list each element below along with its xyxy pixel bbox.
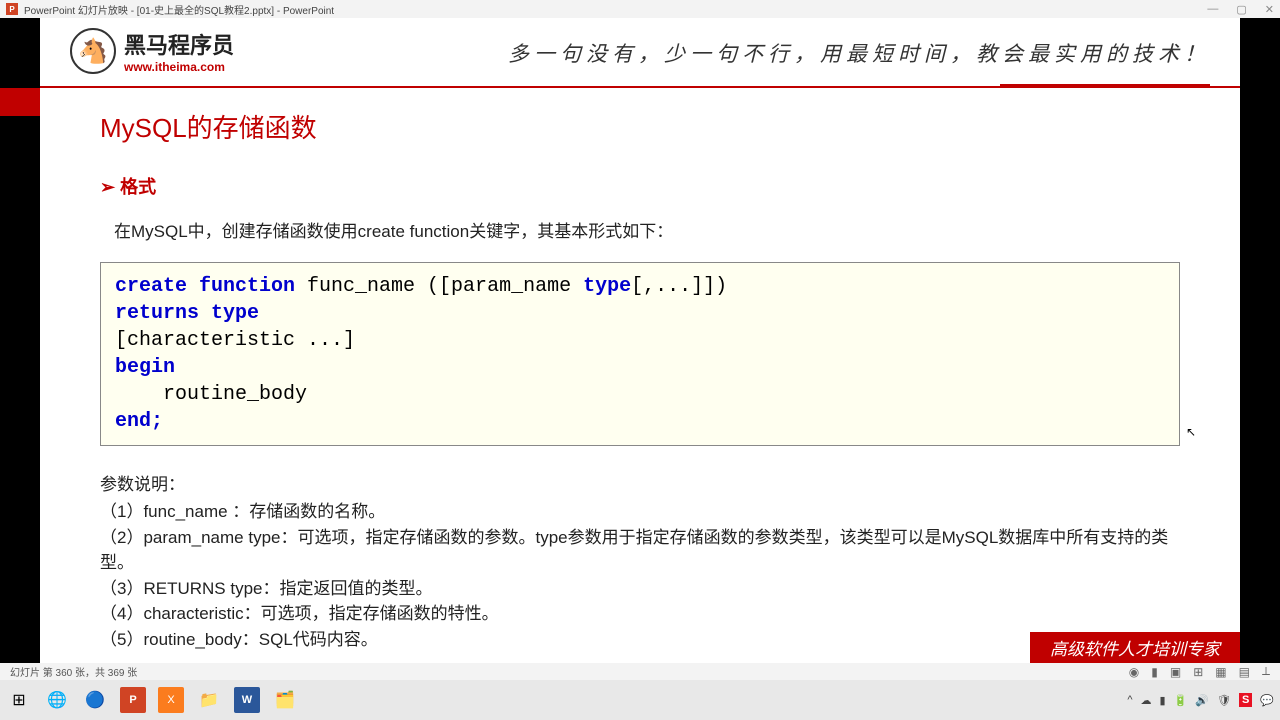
tray-notification-icon[interactable]: 💬: [1260, 694, 1274, 707]
param-item: （2）param_name type：可选项，指定存储函数的参数。type参数用…: [100, 525, 1180, 576]
code-line: end;: [115, 408, 1165, 435]
slide-title: MySQL的存储函数: [100, 108, 1180, 145]
powerpoint-icon: P: [6, 3, 18, 15]
section-heading: 格式: [100, 173, 1180, 199]
slogan-text: 多一句没有，少一句不行，用最短时间，教会最实用的技术！: [508, 38, 1210, 68]
param-item: （1）func_name ：存储函数的名称。: [100, 499, 1180, 525]
red-tab-decoration: [0, 88, 40, 116]
brand-logo: 🐴 黑马程序员 www.itheima.com: [70, 28, 234, 74]
code-line: create function func_name ([param_name t…: [115, 273, 1165, 300]
tray-volume-icon[interactable]: 🔊: [1195, 694, 1209, 707]
tray-battery-icon[interactable]: 🔋: [1174, 694, 1188, 707]
slideshow-icon[interactable]: ▤: [1239, 665, 1250, 679]
params-heading: 参数说明：: [100, 470, 1180, 495]
powerpoint-taskbar-icon[interactable]: P: [120, 687, 146, 713]
header-underline: [1000, 84, 1210, 88]
code-line: [characteristic ...]: [115, 327, 1165, 354]
tray-network-icon[interactable]: ▮: [1160, 694, 1166, 707]
close-button[interactable]: ✕: [1265, 3, 1274, 16]
intro-text: 在MySQL中，创建存储函数使用create function关键字，其基本形式…: [100, 217, 1180, 242]
start-button[interactable]: ⊞: [6, 687, 32, 713]
explorer-icon[interactable]: 📁: [196, 687, 222, 713]
window-title: PowerPoint 幻灯片放映 - [01-史上最全的SQL教程2.pptx]…: [24, 2, 334, 17]
brand-text: 黑马程序员 www.itheima.com: [124, 28, 234, 74]
taskbar: ⊞ 🌐 🔵 P X 📁 W 🗂️ ^ ☁ ▮ 🔋 🔊 🛡 S 💬: [0, 680, 1280, 720]
xampp-icon[interactable]: X: [158, 687, 184, 713]
param-item: （3）RETURNS type：指定返回值的类型。: [100, 576, 1180, 602]
slide-content: MySQL的存储函数 格式 在MySQL中，创建存储函数使用create fun…: [40, 88, 1240, 672]
tray-shield-icon[interactable]: 🛡: [1217, 694, 1231, 707]
param-item: （5）routine_body：SQL代码内容。: [100, 627, 1180, 653]
code-line: routine_body: [115, 381, 1165, 408]
slide: 🐴 黑马程序员 www.itheima.com 多一句没有，少一句不行，用最短时…: [40, 18, 1240, 663]
fit-icon[interactable]: ⟂: [1262, 664, 1270, 679]
code-line: returns type: [115, 300, 1165, 327]
code-line: begin: [115, 354, 1165, 381]
system-tray: ^ ☁ ▮ 🔋 🔊 🛡 S 💬: [1127, 693, 1274, 707]
param-item: （4）characteristic：可选项，指定存储函数的特性。: [100, 601, 1180, 627]
maximize-button[interactable]: ▢: [1236, 3, 1246, 16]
edge-icon[interactable]: 🔵: [82, 687, 108, 713]
brand-url: www.itheima.com: [124, 60, 234, 74]
minimize-button[interactable]: —: [1207, 3, 1218, 16]
tray-ime-icon[interactable]: S: [1239, 693, 1252, 707]
tray-up-icon[interactable]: ^: [1127, 694, 1132, 706]
brand-name: 黑马程序员: [124, 28, 234, 60]
chrome-icon[interactable]: 🌐: [44, 687, 70, 713]
tray-cloud-icon[interactable]: ☁: [1141, 694, 1152, 707]
footer-badge: 高级软件人才培训专家: [1030, 632, 1240, 663]
slide-header: 🐴 黑马程序员 www.itheima.com 多一句没有，少一句不行，用最短时…: [40, 18, 1240, 88]
presentation-stage: 🐴 黑马程序员 www.itheima.com 多一句没有，少一句不行，用最短时…: [0, 18, 1280, 663]
app-icon[interactable]: 🗂️: [272, 687, 298, 713]
titlebar: P PowerPoint 幻灯片放映 - [01-史上最全的SQL教程2.ppt…: [0, 0, 1280, 18]
right-blackbar: [1240, 18, 1280, 663]
word-icon[interactable]: W: [234, 687, 260, 713]
horse-icon: 🐴: [70, 28, 116, 74]
window-controls: — ▢ ✕: [1207, 3, 1274, 16]
code-block: create function func_name ([param_name t…: [100, 262, 1180, 446]
